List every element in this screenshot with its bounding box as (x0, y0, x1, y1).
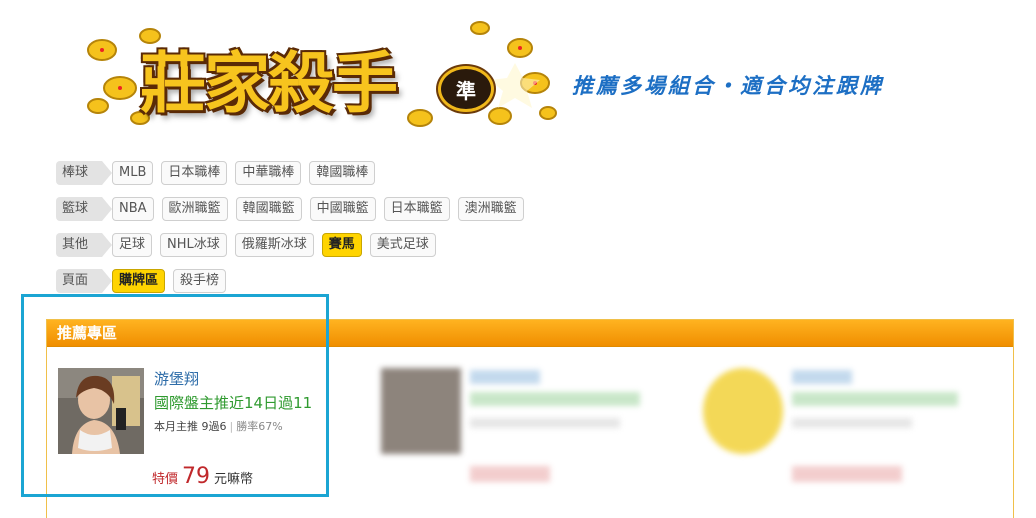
chip-kbl[interactable]: 韓國職籃 (235, 197, 302, 221)
logo: 莊家殺手 (140, 44, 398, 122)
expert-name-link[interactable]: 游堡翔 (154, 368, 199, 389)
chip-khl[interactable]: 俄羅斯冰球 (234, 233, 314, 257)
row-label-basketball: 籃球 (56, 197, 112, 221)
price-prefix: 特價 (152, 472, 179, 487)
filter-row-page: 頁面 購牌區 殺手榜 (56, 268, 234, 294)
chip-cpbl[interactable]: 中華職棒 (235, 161, 302, 185)
chip-nba[interactable]: NBA (112, 197, 154, 221)
blurred-expert-card-2[interactable] (370, 368, 660, 508)
tagline: 推薦多場組合・適合均注跟牌 (572, 74, 884, 98)
chip-bleague[interactable]: 日本職籃 (383, 197, 450, 221)
expert-description-link[interactable]: 國際盤主推近14日過11 (154, 392, 312, 413)
blurred-stats (792, 418, 912, 428)
row-label-baseball: 棒球 (56, 161, 112, 185)
row-label-other: 其他 (56, 233, 112, 257)
chip-npb[interactable]: 日本職棒 (161, 161, 228, 185)
price-row[interactable]: 特價 79 元嘛幣 (152, 464, 253, 489)
blurred-price (470, 466, 550, 482)
row-label-page: 頁面 (56, 269, 112, 293)
chip-kbo[interactable]: 韓國職棒 (309, 161, 376, 185)
expert-avatar[interactable] (58, 368, 144, 454)
chip-soccer[interactable]: 足球 (112, 233, 153, 257)
filter-row-basketball: 籃球 NBA 歐洲職籃 韓國職籃 中國職籃 日本職籃 澳洲職籃 (56, 196, 532, 222)
recommendation-panel: 推薦專區 游堡翔 國際盤主推近14日過11 本月主推 9過6 | 勝率67% 特價 7… (46, 319, 1014, 518)
blurred-name (470, 370, 540, 384)
blurred-description (792, 392, 958, 406)
banner: 莊家殺手 準 推薦多場組合・適合均注跟牌 (0, 0, 1036, 150)
chip-purchase-area[interactable]: 購牌區 (112, 269, 166, 293)
expert-win-rate: 勝率67% (236, 420, 283, 433)
chip-cba[interactable]: 中國職籃 (309, 197, 376, 221)
price-value: 79 (182, 464, 211, 489)
chip-nhl[interactable]: NHL冰球 (160, 233, 227, 257)
blurred-name (792, 370, 852, 384)
price-unit: 元嘛幣 (214, 472, 254, 487)
blurred-stats (470, 418, 620, 428)
expert-stats: 本月主推 9過6 | 勝率67% (154, 420, 283, 433)
blurred-expert-card-3[interactable] (692, 368, 982, 508)
chip-nbl[interactable]: 澳洲職籃 (457, 197, 524, 221)
blurred-price (792, 466, 902, 482)
chip-horse-racing[interactable]: 賽馬 (321, 233, 362, 257)
chip-killer-ranking[interactable]: 殺手榜 (173, 269, 227, 293)
expert-monthly-record: 本月主推 9過6 (154, 420, 227, 433)
chip-mlb[interactable]: MLB (112, 161, 154, 185)
filter-row-baseball: 棒球 MLB 日本職棒 中華職棒 韓國職棒 (56, 160, 383, 186)
chip-american-football[interactable]: 美式足球 (369, 233, 436, 257)
chip-euroleague[interactable]: 歐洲職籃 (161, 197, 228, 221)
blurred-description (470, 392, 640, 406)
avatar-photo-icon (58, 368, 144, 454)
panel-title: 推薦專區 (47, 320, 1013, 347)
filter-row-other: 其他 足球 NHL冰球 俄羅斯冰球 賽馬 美式足球 (56, 232, 444, 258)
expert-card[interactable]: 游堡翔 國際盤主推近14日過11 本月主推 9過6 | 勝率67% 特價 79 元嘛幣 (47, 368, 337, 508)
blurred-avatar (703, 368, 783, 454)
logo-badge: 準 (438, 66, 494, 112)
blurred-avatar (381, 368, 461, 454)
